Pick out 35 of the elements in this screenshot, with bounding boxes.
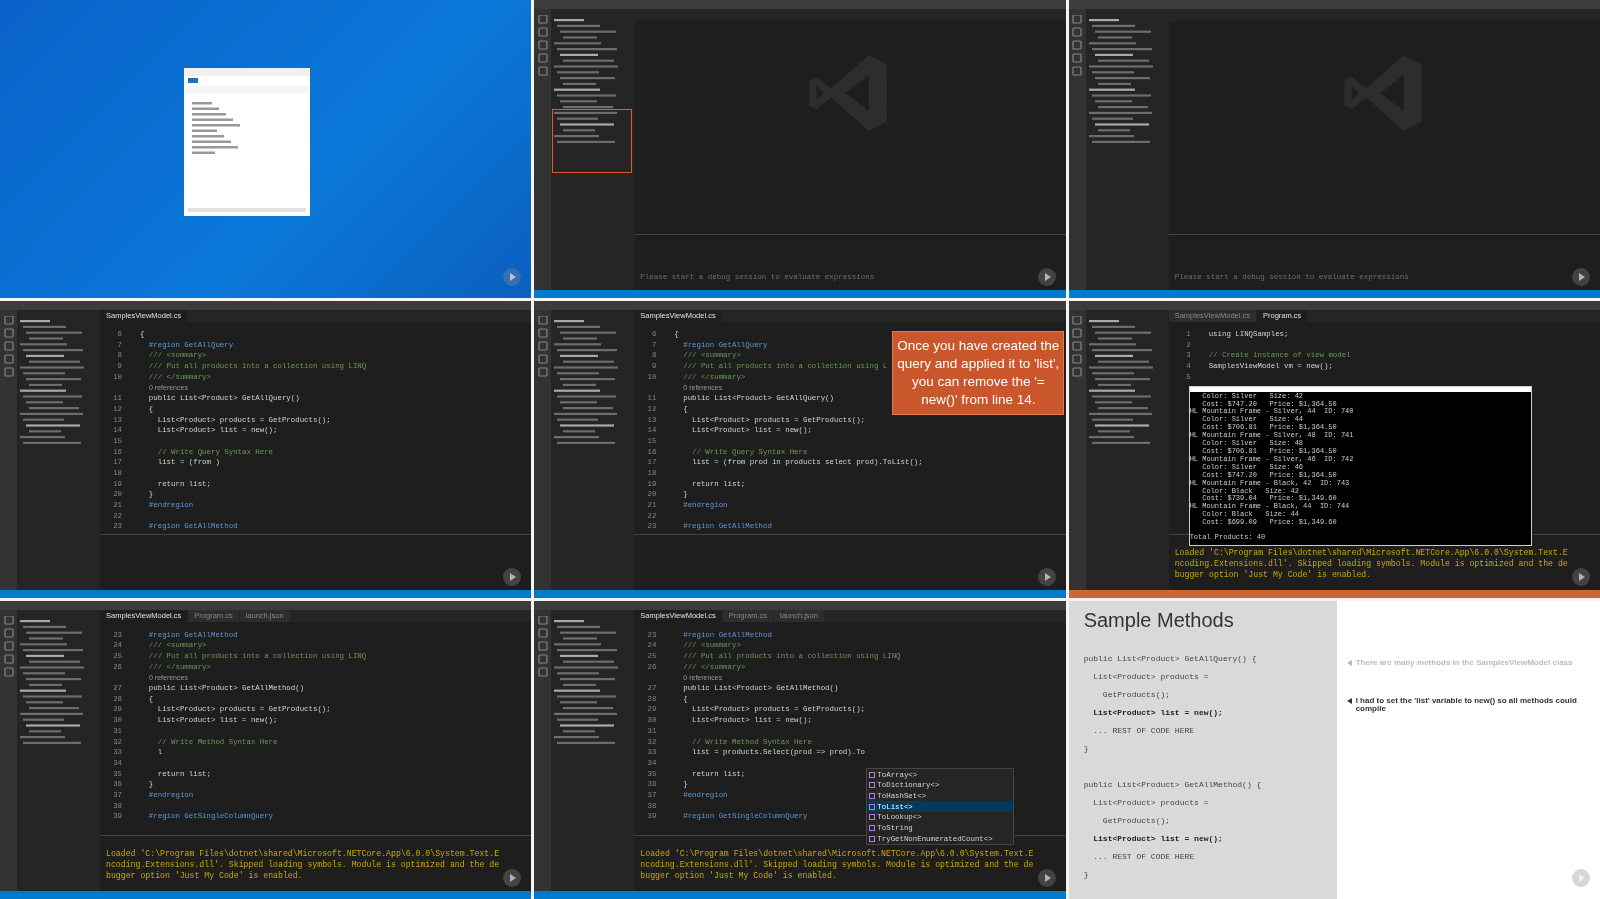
code-line: GetProducts(); [1101, 689, 1172, 702]
bullet-icon [1346, 698, 1352, 705]
code-line: ... REST OF CODE HERE [1092, 725, 1196, 738]
play-button-icon[interactable] [1572, 568, 1590, 587]
code-line: GetProducts(); [1101, 815, 1172, 828]
code-line: ... REST OF CODE HERE [1092, 851, 1196, 864]
console-message: Loaded 'C:\Program Files\dotnet\shared\Microsoft.NETCore.App\6.0.0\System.Text.Encoding.Extensions.dll'. Skipped loading symbols. Module is optimized and the debugger option 'Just My Code' is enabled. [640, 848, 1035, 881]
code-line: List<Product> products = [1092, 797, 1210, 810]
bullet-text: I had to set the 'list' variable to new() so all methods could compile [1355, 697, 1578, 714]
code-line: } [1083, 869, 1090, 882]
play-button-icon[interactable] [1572, 267, 1590, 286]
code-line: public List<Product> GetAllQuery() { [1083, 653, 1258, 666]
code-line: List<Product> list = new(); [1092, 707, 1224, 720]
code-line: public List<Product> GetAllMethod() { [1083, 779, 1263, 792]
play-button-icon[interactable] [1037, 869, 1056, 887]
slide-title: Sample Methods [1083, 609, 1235, 633]
callout-note: Once you have created the query and applied it to 'list', you can remove the '= new()' from line 14. [892, 330, 1065, 415]
play-button-icon[interactable] [503, 568, 522, 587]
activity-icons-drawing [3, 315, 14, 378]
activity-icons-drawing [1072, 315, 1083, 378]
play-button-icon[interactable] [503, 869, 522, 887]
activity-icons-drawing [537, 15, 548, 77]
code-line: List<Product> list = new(); [1092, 833, 1224, 846]
activity-icons-drawing [3, 616, 14, 679]
play-button-icon[interactable] [1037, 568, 1056, 587]
play-button-icon[interactable] [1037, 267, 1056, 286]
bullet-icon [1346, 660, 1352, 667]
activity-icons-drawing [537, 315, 548, 378]
console-message: Loaded 'C:\Program Files\dotnet\shared\Microsoft.NETCore.App\6.0.0\System.Text.Encoding.Extensions.dll'. Skipped loading symbols. Module is optimized and the debugger option 'Just My Code' is enabled. [106, 848, 501, 881]
code-line: List<Product> products = [1092, 671, 1210, 684]
bullet-text: There are many methods in the SamplesViewModel class [1355, 659, 1573, 668]
console-message: Loaded 'C:\Program Files\dotnet\shared\Microsoft.NETCore.App\6.0.0\System.Text.Encoding.Extensions.dll'. Skipped loading symbols. Module is optimized and the debugger option 'Just My Code' is enabled. [1174, 547, 1569, 581]
activity-icons-drawing [537, 616, 548, 679]
code-line: } [1083, 743, 1090, 756]
activity-icons-drawing [1072, 15, 1083, 77]
